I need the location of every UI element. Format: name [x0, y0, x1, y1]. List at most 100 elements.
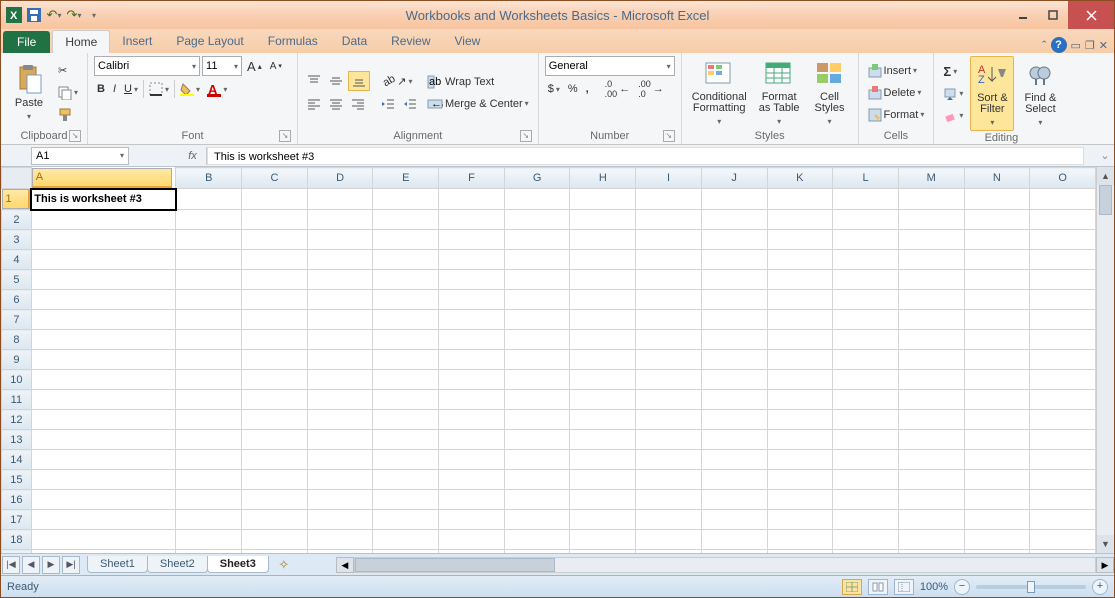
cell-N3[interactable] [964, 230, 1030, 250]
cell-H16[interactable] [570, 490, 636, 510]
cell-E9[interactable] [373, 350, 439, 370]
cell-K16[interactable] [767, 490, 833, 510]
cell-J9[interactable] [701, 350, 767, 370]
cell-I15[interactable] [636, 470, 702, 490]
increase-decimal-button[interactable]: .0.00← [602, 79, 634, 99]
cell-I7[interactable] [636, 310, 702, 330]
cell-E14[interactable] [373, 450, 439, 470]
new-sheet-button[interactable]: ✧ [272, 557, 296, 573]
cell-N1[interactable] [964, 189, 1030, 210]
row-header-6[interactable]: 6 [2, 290, 32, 310]
maximize-button[interactable] [1038, 1, 1068, 29]
font-size-select[interactable]: 11▾ [202, 56, 242, 76]
zoom-slider[interactable] [976, 585, 1086, 589]
cell-K7[interactable] [767, 310, 833, 330]
borders-button[interactable]: ▾ [146, 79, 172, 99]
cell-L10[interactable] [833, 370, 899, 390]
sheet-tab-sheet1[interactable]: Sheet1 [87, 556, 148, 573]
formula-input[interactable]: This is worksheet #3 [207, 147, 1084, 165]
cell-I11[interactable] [636, 390, 702, 410]
cell-O1[interactable] [1030, 189, 1096, 210]
sheet-tab-sheet2[interactable]: Sheet2 [147, 556, 208, 573]
cell-B3[interactable] [176, 230, 242, 250]
cell-K8[interactable] [767, 330, 833, 350]
row-header-19[interactable]: 19 [2, 550, 32, 554]
cell-O11[interactable] [1030, 390, 1096, 410]
cell-M3[interactable] [898, 230, 964, 250]
row-header-14[interactable]: 14 [2, 450, 32, 470]
cell-O19[interactable] [1030, 550, 1096, 554]
cell-F15[interactable] [439, 470, 505, 490]
cell-N12[interactable] [964, 410, 1030, 430]
cell-H1[interactable] [570, 189, 636, 210]
cell-B11[interactable] [176, 390, 242, 410]
cell-O2[interactable] [1030, 210, 1096, 230]
cell-J10[interactable] [701, 370, 767, 390]
cell-F13[interactable] [439, 430, 505, 450]
row-header-7[interactable]: 7 [2, 310, 32, 330]
cell-I3[interactable] [636, 230, 702, 250]
cell-O3[interactable] [1030, 230, 1096, 250]
cell-D2[interactable] [307, 210, 373, 230]
cell-F11[interactable] [439, 390, 505, 410]
cell-K18[interactable] [767, 530, 833, 550]
cell-B8[interactable] [176, 330, 242, 350]
cell-J17[interactable] [701, 510, 767, 530]
format-as-table-button[interactable]: Format as Table▾ [755, 56, 804, 129]
cell-G3[interactable] [504, 230, 570, 250]
cell-M5[interactable] [898, 270, 964, 290]
next-sheet-button[interactable]: ▶ [42, 556, 60, 574]
cell-B19[interactable] [176, 550, 242, 554]
cell-J12[interactable] [701, 410, 767, 430]
cell-H13[interactable] [570, 430, 636, 450]
cell-O17[interactable] [1030, 510, 1096, 530]
cell-L5[interactable] [833, 270, 899, 290]
sheet-tab-sheet3[interactable]: Sheet3 [207, 556, 269, 573]
column-header-F[interactable]: F [439, 168, 505, 189]
cell-G5[interactable] [504, 270, 570, 290]
cell-J6[interactable] [701, 290, 767, 310]
autosum-button[interactable]: Σ▾ [940, 62, 966, 82]
cell-A14[interactable] [31, 450, 176, 470]
cell-O13[interactable] [1030, 430, 1096, 450]
row-header-3[interactable]: 3 [2, 230, 32, 250]
last-sheet-button[interactable]: ▶| [62, 556, 80, 574]
cell-C15[interactable] [242, 470, 308, 490]
cell-K19[interactable] [767, 550, 833, 554]
cell-A9[interactable] [31, 350, 176, 370]
cell-F2[interactable] [439, 210, 505, 230]
row-header-2[interactable]: 2 [2, 210, 32, 230]
cell-G12[interactable] [504, 410, 570, 430]
cell-C8[interactable] [242, 330, 308, 350]
cell-C1[interactable] [242, 189, 308, 210]
tab-page-layout[interactable]: Page Layout [164, 30, 255, 53]
cell-K10[interactable] [767, 370, 833, 390]
cell-N19[interactable] [964, 550, 1030, 554]
accounting-format-button[interactable]: $▾ [545, 79, 563, 99]
cell-J14[interactable] [701, 450, 767, 470]
cell-C12[interactable] [242, 410, 308, 430]
page-layout-view-button[interactable] [868, 579, 888, 595]
percent-format-button[interactable]: % [565, 79, 581, 99]
cell-G9[interactable] [504, 350, 570, 370]
row-header-13[interactable]: 13 [2, 430, 32, 450]
cell-A17[interactable] [31, 510, 176, 530]
cell-F1[interactable] [439, 189, 505, 210]
cell-D7[interactable] [307, 310, 373, 330]
cell-I4[interactable] [636, 250, 702, 270]
cell-D19[interactable] [307, 550, 373, 554]
cell-G19[interactable] [504, 550, 570, 554]
bold-button[interactable]: B [94, 79, 108, 99]
doc-minimize-icon[interactable]: ▭ [1071, 39, 1081, 52]
cell-D12[interactable] [307, 410, 373, 430]
cell-H10[interactable] [570, 370, 636, 390]
cell-M6[interactable] [898, 290, 964, 310]
cell-L9[interactable] [833, 350, 899, 370]
first-sheet-button[interactable]: |◀ [2, 556, 20, 574]
cell-M14[interactable] [898, 450, 964, 470]
row-header-11[interactable]: 11 [2, 390, 32, 410]
cell-H7[interactable] [570, 310, 636, 330]
cell-O9[interactable] [1030, 350, 1096, 370]
cell-M9[interactable] [898, 350, 964, 370]
cell-A12[interactable] [31, 410, 176, 430]
